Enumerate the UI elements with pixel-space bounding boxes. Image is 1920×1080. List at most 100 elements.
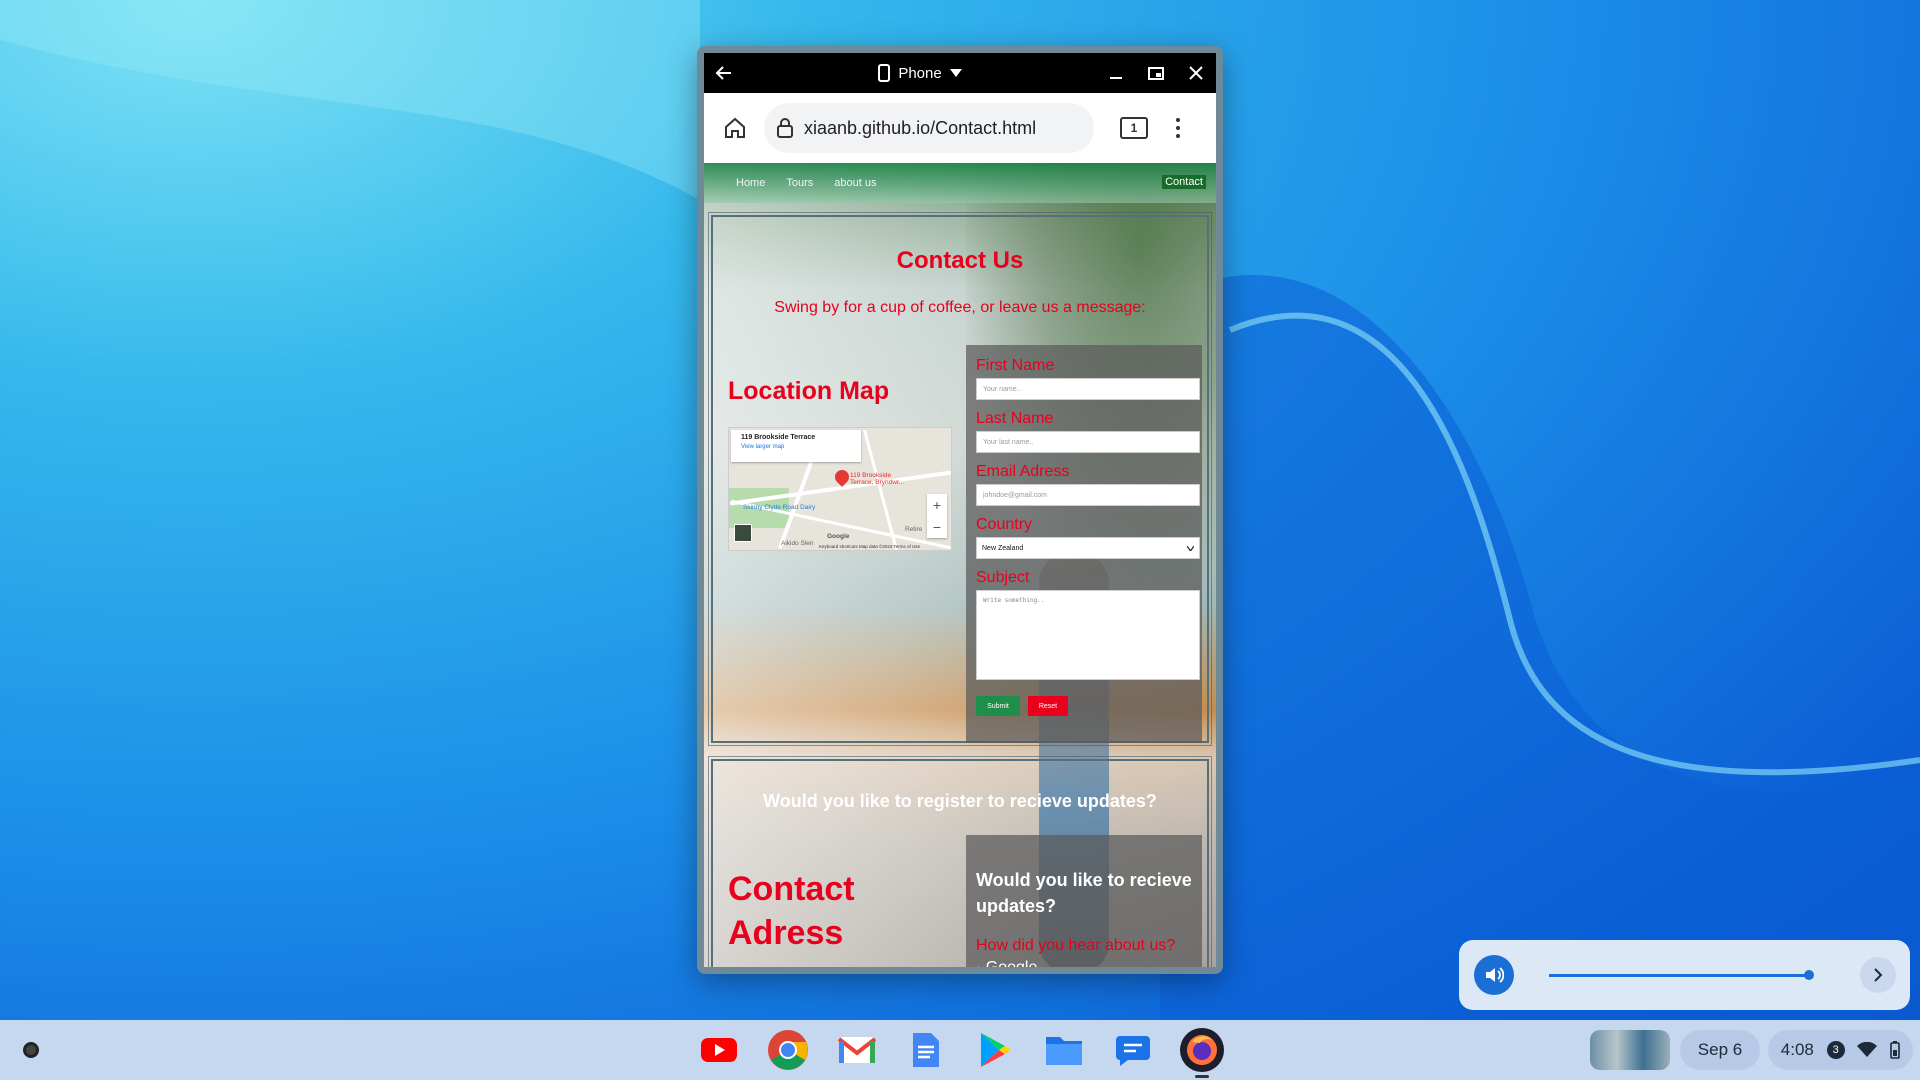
last-name-field[interactable]: Your last name.. xyxy=(976,431,1200,453)
contact-address-line1: Contact xyxy=(728,870,855,908)
device-mode-selector[interactable]: Phone xyxy=(878,64,962,82)
map-pin-label-line2: Terrace, Bryndwr... xyxy=(850,479,905,486)
contact-address-line2: Adress xyxy=(728,914,844,952)
notification-count-badge: 3 xyxy=(1826,1041,1845,1059)
chrome-icon[interactable] xyxy=(766,1028,810,1072)
map-place-title: 119 Brookside Terrace xyxy=(741,434,816,441)
email-field[interactable]: johndoe@gmail.com xyxy=(976,484,1200,506)
first-name-field[interactable]: Your name.. xyxy=(976,378,1200,400)
more-menu-icon[interactable] xyxy=(1168,118,1188,138)
embedded-map[interactable]: 119 Brookside Terrace View larger map 11… xyxy=(728,427,952,551)
country-value: New Zealand xyxy=(982,544,1024,552)
map-poi-label-2: Aikido Slen xyxy=(781,540,814,547)
address-bar[interactable]: xiaanb.github.io/Contact.html xyxy=(764,103,1094,153)
contact-form: First Name Your name.. Last Name Your la… xyxy=(966,345,1202,743)
map-pin-label: 119 Brookside Terrace, Bryndwr... xyxy=(850,472,904,486)
launcher-button[interactable] xyxy=(15,1034,47,1066)
arrow-left-icon xyxy=(715,66,731,80)
restore-icon xyxy=(1148,67,1164,80)
location-map-heading: Location Map xyxy=(728,377,890,405)
volume-popup xyxy=(1459,940,1910,1010)
wifi-icon xyxy=(1857,1042,1878,1057)
site-nav: Home Tours about us Contact xyxy=(704,163,1216,203)
map-zoom-controls[interactable]: + − xyxy=(927,494,947,538)
minimize-icon xyxy=(1110,77,1122,79)
register-heading: Would you like to register to recieve up… xyxy=(763,791,1157,811)
running-indicator xyxy=(1195,1075,1209,1078)
window-titlebar: Phone xyxy=(704,53,1216,93)
speaker-icon xyxy=(1486,967,1504,983)
contact-subtitle: Swing by for a cup of coffee, or leave u… xyxy=(774,299,1146,316)
nav-about-link[interactable]: about us xyxy=(834,177,876,189)
device-mode-label: Phone xyxy=(898,64,942,82)
hear-option-google[interactable]: · Google xyxy=(976,959,1192,967)
back-button[interactable] xyxy=(704,53,744,93)
view-larger-map-link[interactable]: View larger map xyxy=(741,444,851,450)
close-icon xyxy=(1189,66,1203,80)
volume-mute-toggle[interactable] xyxy=(1474,955,1514,995)
nav-contact-link[interactable]: Contact xyxy=(1162,175,1206,189)
map-street-label: Retire xyxy=(905,526,923,533)
zoom-in-icon[interactable]: + xyxy=(933,497,941,513)
restore-button[interactable] xyxy=(1136,53,1176,93)
first-name-label: First Name xyxy=(976,357,1055,374)
last-name-label: Last Name xyxy=(976,410,1054,427)
country-label: Country xyxy=(976,516,1033,533)
submit-button[interactable]: Submit xyxy=(976,696,1020,716)
docs-icon[interactable] xyxy=(904,1028,948,1072)
chevron-down-icon xyxy=(1187,545,1194,551)
files-icon[interactable] xyxy=(1042,1028,1086,1072)
shelf: Sep 6 4:08 3 xyxy=(0,1020,1920,1080)
updates-form: Would you like to recieve updates? How d… xyxy=(966,835,1202,967)
volume-slider[interactable] xyxy=(1549,969,1814,980)
map-satellite-toggle[interactable] xyxy=(734,524,752,542)
home-icon xyxy=(725,117,745,138)
close-button[interactable] xyxy=(1176,53,1216,93)
map-pin-label-line1: 119 Brookside xyxy=(850,472,892,479)
battery-icon xyxy=(1890,1041,1901,1059)
nav-home-link[interactable]: Home xyxy=(736,177,765,189)
zoom-out-icon[interactable]: − xyxy=(933,519,941,535)
home-button[interactable] xyxy=(706,99,764,157)
register-section: Would you like to register to recieve up… xyxy=(708,756,1212,967)
chevron-right-icon xyxy=(1874,968,1883,982)
hear-about-question: How did you hear about us? xyxy=(976,937,1176,954)
nav-tours-link[interactable]: Tours xyxy=(786,177,813,189)
reset-button[interactable]: Reset xyxy=(1028,696,1068,716)
map-footer: Keyboard shortcuts Map data ©2023 Terms … xyxy=(819,544,921,549)
phone-icon xyxy=(878,64,891,82)
contact-section: Contact Us Swing by for a cup of coffee,… xyxy=(708,212,1212,746)
hear-option-google-label: Google xyxy=(986,959,1038,967)
play-store-icon[interactable] xyxy=(973,1028,1017,1072)
lock-icon xyxy=(777,118,793,138)
youtube-icon[interactable] xyxy=(697,1028,741,1072)
country-select[interactable]: New Zealand xyxy=(976,537,1200,559)
audio-settings-button[interactable] xyxy=(1860,957,1896,993)
updates-title: Would you like to recieve updates? xyxy=(976,870,1192,916)
pinned-apps xyxy=(697,1028,1224,1078)
contact-heading: Contact Us xyxy=(896,247,1024,274)
firefox-icon[interactable] xyxy=(1180,1028,1224,1078)
contact-address-heading: Contact Adress xyxy=(728,867,855,955)
gmail-icon[interactable] xyxy=(835,1028,879,1072)
clock-time: 4:08 xyxy=(1780,1040,1814,1059)
phone-window: Phone xiaanb.github.io/Contact.html 1 Ho… xyxy=(697,46,1223,974)
holding-space-tray[interactable] xyxy=(1590,1030,1670,1070)
minimize-button[interactable] xyxy=(1096,53,1136,93)
caret-down-icon xyxy=(949,69,962,77)
status-tray[interactable]: 4:08 3 xyxy=(1768,1030,1913,1070)
email-label: Email Adress xyxy=(976,463,1070,480)
google-logo: Google xyxy=(827,533,850,540)
map-place-card: 119 Brookside Terrace View larger map xyxy=(731,430,861,462)
url-text: xiaanb.github.io/Contact.html xyxy=(804,117,1037,138)
map-poi-label: Skinny Clyde Road Dairy xyxy=(743,504,816,511)
tab-switcher-button[interactable]: 1 xyxy=(1120,117,1148,139)
date-tray[interactable]: Sep 6 xyxy=(1680,1030,1760,1070)
subject-textarea[interactable]: Write something.. xyxy=(976,590,1200,680)
subject-label: Subject xyxy=(976,569,1030,586)
volume-slider-knob[interactable] xyxy=(1804,969,1814,980)
messages-icon[interactable] xyxy=(1111,1028,1155,1072)
launcher-icon xyxy=(23,1042,39,1058)
web-page: Home Tours about us Contact Contact Us S… xyxy=(704,163,1216,967)
browser-toolbar: xiaanb.github.io/Contact.html 1 xyxy=(704,93,1216,163)
